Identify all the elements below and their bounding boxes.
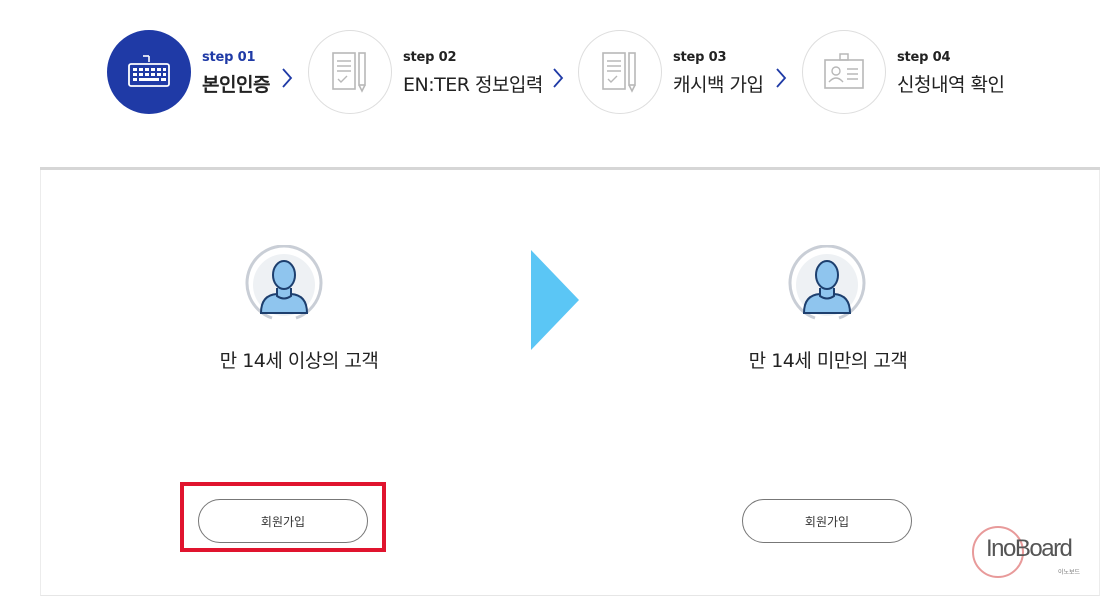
watermark-logo: InoBoard 이노보드 bbox=[972, 526, 1084, 582]
step-4-circle bbox=[802, 30, 886, 114]
keyboard-icon bbox=[128, 55, 170, 87]
step-1-label: 본인인증 bbox=[202, 74, 270, 96]
document-pen-icon bbox=[602, 52, 636, 93]
highlight-box bbox=[180, 482, 386, 552]
chevron-right-icon bbox=[553, 68, 564, 88]
step-2-number: step 02 bbox=[403, 50, 457, 65]
step-3-circle bbox=[578, 30, 662, 114]
triangle-right-icon bbox=[531, 250, 579, 350]
option-over-14-title: 만 14세 이상의 고객 bbox=[219, 350, 379, 372]
watermark-text: InoBoard bbox=[986, 535, 1073, 562]
step-3-label: 캐시백 가입 bbox=[673, 74, 764, 96]
join-button-under-14[interactable]: 회원가입 bbox=[742, 499, 912, 543]
step-1-circle bbox=[107, 30, 191, 114]
chevron-right-icon bbox=[282, 68, 293, 88]
user-avatar-icon bbox=[245, 245, 323, 320]
step-2-circle bbox=[308, 30, 392, 114]
step-4-label: 신청내역 확인 bbox=[897, 74, 1005, 96]
option-under-14-title: 만 14세 미만의 고객 bbox=[748, 350, 908, 372]
watermark-subtext: 이노보드 bbox=[1058, 569, 1081, 576]
user-avatar-icon bbox=[788, 245, 866, 320]
document-pen-icon bbox=[332, 52, 366, 93]
step-3-number: step 03 bbox=[673, 50, 727, 65]
chevron-right-icon bbox=[776, 68, 787, 88]
step-progress-bar: step 01 본인인증 step 02 EN:TER 정보입력 step 03… bbox=[0, 0, 1110, 150]
step-2-label: EN:TER 정보입력 bbox=[403, 74, 543, 96]
step-4-number: step 04 bbox=[897, 50, 951, 65]
step-1-number: step 01 bbox=[202, 50, 256, 65]
id-card-icon bbox=[824, 53, 864, 89]
